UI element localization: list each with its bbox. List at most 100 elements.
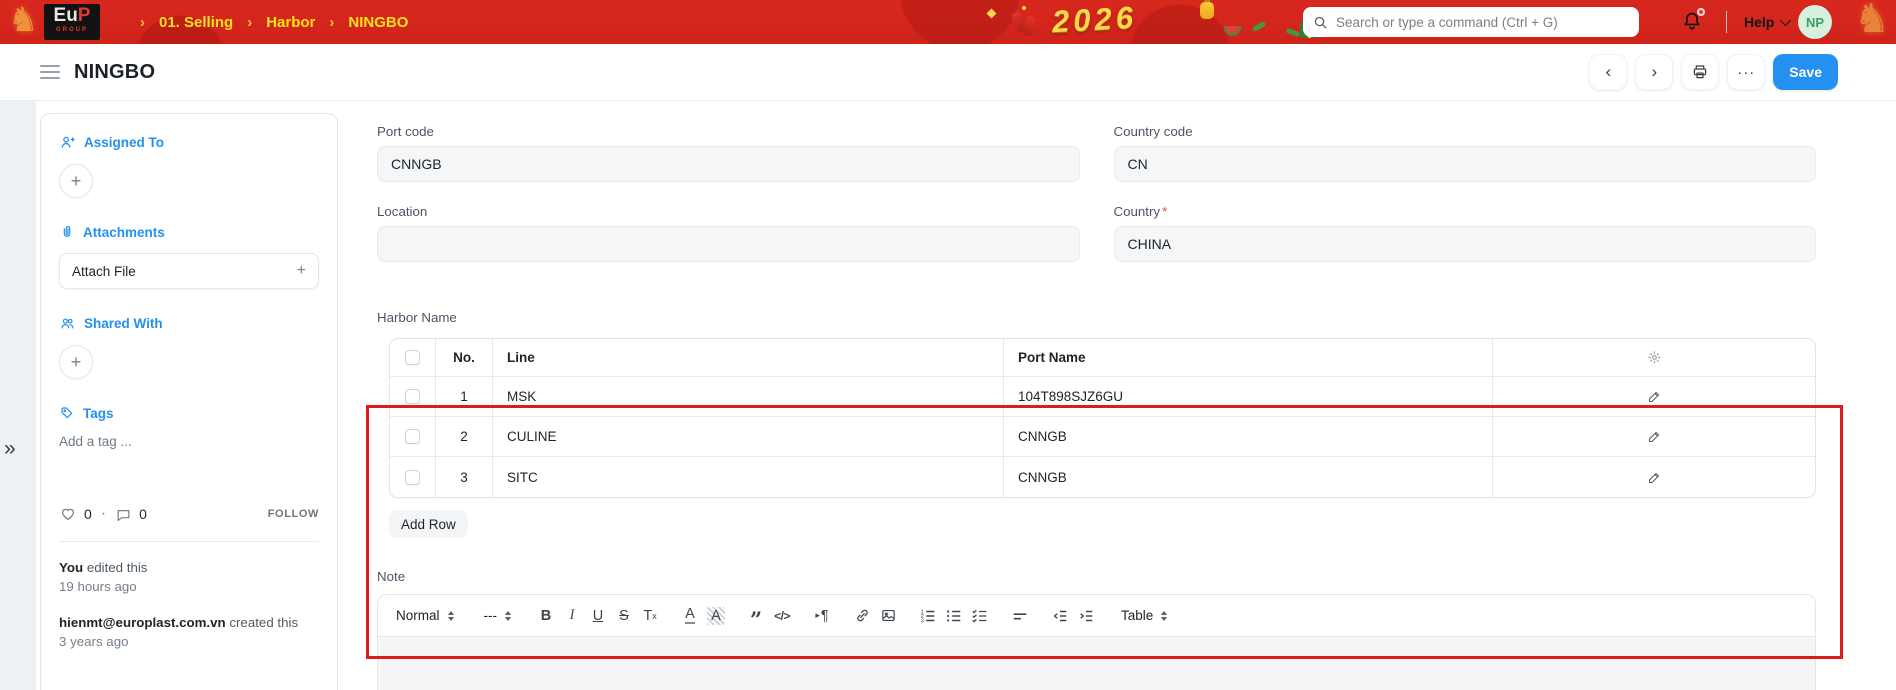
print-button[interactable]: [1681, 54, 1720, 90]
add-row-button[interactable]: Add Row: [389, 510, 468, 538]
gear-icon[interactable]: [1646, 349, 1663, 366]
line-cell[interactable]: CULINE: [493, 417, 1004, 456]
port-name-cell[interactable]: 104T898SJZ6GU: [1004, 377, 1493, 416]
leaf-decoration: [1251, 20, 1267, 33]
search-input[interactable]: [1336, 14, 1629, 30]
attachments-label: Attachments: [83, 224, 165, 240]
port-name-cell[interactable]: CNNGB: [1004, 457, 1493, 497]
assigned-to-section[interactable]: Assigned To: [59, 134, 319, 151]
help-menu[interactable]: Help: [1744, 0, 1792, 44]
insert-image-button[interactable]: [875, 602, 901, 630]
indent-button[interactable]: [1073, 602, 1099, 630]
row-number-cell[interactable]: 3: [436, 457, 493, 497]
country-input[interactable]: [1113, 226, 1816, 262]
align-button[interactable]: [1007, 602, 1033, 630]
insert-link-button[interactable]: [849, 602, 875, 630]
next-document-button[interactable]: ›: [1635, 54, 1674, 90]
separator-select[interactable]: ---: [476, 608, 520, 623]
line-cell[interactable]: MSK: [493, 377, 1004, 416]
pencil-icon[interactable]: [1647, 470, 1662, 485]
location-input[interactable]: [377, 226, 1080, 262]
bold-button[interactable]: B: [533, 602, 559, 630]
heart-icon[interactable]: [59, 505, 77, 523]
star-decoration: [986, 8, 997, 19]
row-checkbox[interactable]: [405, 469, 420, 485]
row-number-cell[interactable]: 1: [436, 377, 493, 416]
shared-with-section[interactable]: Shared With: [59, 315, 319, 332]
paperclip-icon: [63, 226, 71, 237]
text-color-button[interactable]: A: [685, 607, 695, 624]
dot-separator: ·: [100, 505, 107, 522]
ordered-list-button[interactable]: 123: [915, 602, 941, 630]
pencil-icon[interactable]: [1647, 429, 1662, 444]
indent-icon: [1080, 610, 1093, 621]
help-label: Help: [1744, 14, 1775, 30]
breadcrumb-item-selling[interactable]: 01. Selling: [159, 14, 233, 31]
outdent-icon: [1053, 610, 1067, 621]
country-code-input[interactable]: [1113, 146, 1816, 182]
bullet-list-icon: [947, 609, 961, 622]
paragraph-style-select[interactable]: Normal: [388, 608, 462, 623]
activity-created: hienmt@europlast.com.vn created this 3 y…: [59, 614, 299, 649]
select-all-checkbox[interactable]: [405, 350, 420, 365]
bullet-list-button[interactable]: [941, 602, 967, 630]
outdent-button[interactable]: [1047, 602, 1073, 630]
follow-button[interactable]: FOLLOW: [268, 508, 319, 520]
comment-icon[interactable]: [115, 506, 132, 523]
row-checkbox[interactable]: [405, 389, 420, 404]
pencil-icon[interactable]: [1647, 389, 1662, 404]
col-header-port-name: Port Name: [1004, 339, 1493, 376]
port-code-input[interactable]: [377, 146, 1080, 182]
two-users-icon: [61, 318, 74, 329]
more-options-button[interactable]: ···: [1727, 54, 1766, 90]
harbor-name-section-label: Harbor Name: [377, 310, 457, 325]
prev-document-button[interactable]: ‹: [1589, 54, 1628, 90]
notification-badge: [1697, 8, 1705, 16]
sidebar-divider: [59, 541, 319, 542]
row-checkbox[interactable]: [405, 429, 420, 444]
attach-file-button[interactable]: Attach File +: [59, 253, 319, 289]
tags-section[interactable]: Tags: [59, 405, 319, 421]
save-button[interactable]: Save: [1773, 54, 1838, 90]
sidebar-expand-toggle[interactable]: »: [4, 437, 16, 461]
underline-button[interactable]: U: [585, 602, 611, 630]
global-search[interactable]: [1303, 7, 1639, 37]
header-actions: ‹ › ··· Save: [1589, 54, 1838, 90]
app-logo[interactable]: EuP GROUP: [44, 4, 100, 40]
menu-icon[interactable]: [40, 65, 60, 79]
text-direction-button[interactable]: ▸ ¶: [809, 602, 835, 630]
breadcrumb-item-harbor[interactable]: Harbor: [266, 14, 315, 31]
content-area: » Assigned To + Attachments Attach File …: [0, 101, 1896, 690]
breadcrumb: 01. Selling Harbor NINGBO: [140, 0, 408, 44]
search-icon: [1314, 16, 1327, 29]
left-rail: »: [0, 101, 36, 690]
note-editor-body[interactable]: [378, 637, 1815, 690]
harbor-name-grid: No. Line Port Name 1 MSK 104T898SJZ6GU 2: [389, 338, 1816, 498]
country-code-label: Country code: [1113, 124, 1193, 139]
notifications-button[interactable]: [1680, 8, 1706, 35]
blockquote-button[interactable]: ”: [743, 602, 769, 630]
add-assignment-button[interactable]: +: [59, 164, 93, 198]
italic-button[interactable]: I: [559, 602, 585, 630]
add-tag-input[interactable]: Add a tag ...: [59, 434, 319, 449]
clear-format-button[interactable]: Tx: [637, 602, 663, 630]
code-button[interactable]: </>: [769, 602, 795, 630]
select-all-cell: [390, 339, 436, 376]
leaf-decoration: [1285, 27, 1301, 38]
row-number-cell[interactable]: 2: [436, 417, 493, 456]
check-list-button[interactable]: [967, 602, 993, 630]
table-insert-select[interactable]: Table: [1113, 608, 1175, 623]
top-navbar: ♞ EuP GROUP 01. Selling Harbor NINGBO 20…: [0, 0, 1896, 44]
breadcrumb-item-ningbo[interactable]: NINGBO: [348, 14, 408, 31]
activity-edited: You edited this 19 hours ago: [59, 560, 148, 595]
country-field-wrap: Country *: [1113, 204, 1816, 262]
line-cell[interactable]: SITC: [493, 457, 1004, 497]
add-share-button[interactable]: +: [59, 345, 93, 379]
attachments-section[interactable]: Attachments: [59, 224, 319, 240]
user-avatar[interactable]: NP: [1798, 5, 1832, 39]
note-editor: Normal --- B I U S Tx A A ” </> ▸ ¶ 1 2 …: [377, 594, 1816, 690]
highlight-color-button[interactable]: A: [707, 606, 725, 625]
strikethrough-button[interactable]: S: [611, 602, 637, 630]
port-name-cell[interactable]: CNNGB: [1004, 417, 1493, 456]
image-icon: [881, 609, 895, 622]
